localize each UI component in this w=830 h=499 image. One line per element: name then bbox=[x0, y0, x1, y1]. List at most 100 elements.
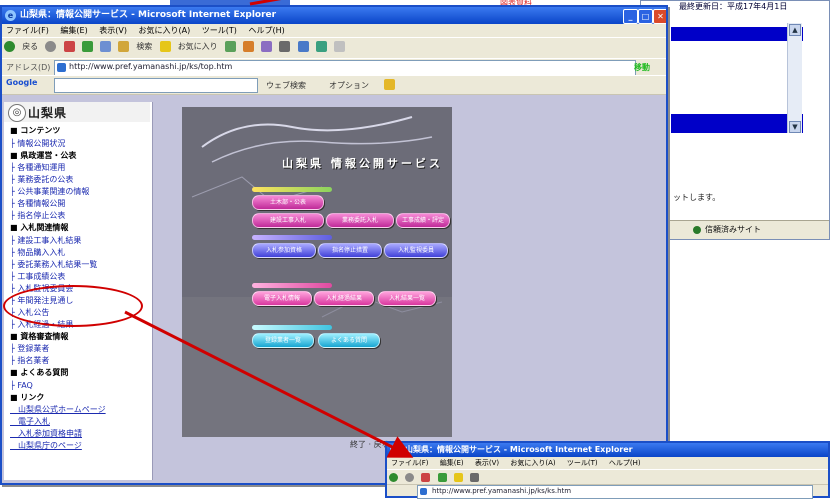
sidebar-item: ■ 県政運営・公表 bbox=[10, 151, 76, 161]
history-icon[interactable] bbox=[243, 41, 255, 52]
mail-icon[interactable] bbox=[261, 41, 273, 52]
menu-button[interactable]: 工事成績・評定 bbox=[396, 213, 450, 228]
favorites-star-icon[interactable] bbox=[159, 41, 171, 52]
sidebar-item[interactable]: ├ 登録業者 bbox=[10, 344, 49, 354]
sidebar-item[interactable]: ├ 物品購入入札 bbox=[10, 248, 65, 258]
menu-button[interactable]: 業務委託入札 bbox=[326, 213, 394, 228]
minimize-button[interactable]: _ bbox=[623, 9, 638, 24]
menu-file[interactable]: ファイル(F) bbox=[391, 459, 429, 467]
sidebar-item[interactable]: 山梨県公式ホームページ bbox=[10, 405, 106, 415]
sidebar-item[interactable]: ├ 各種情報公開 bbox=[10, 199, 65, 209]
menu-view[interactable]: 表示(V) bbox=[475, 459, 499, 467]
sidebar-item[interactable]: ├ 業務委託の公表 bbox=[10, 175, 73, 185]
google-search-input[interactable] bbox=[54, 78, 258, 93]
second-address-input[interactable]: http://www.pref.yamanashi.jp/ks/ks.htm bbox=[417, 485, 813, 499]
stop-icon[interactable] bbox=[421, 473, 431, 482]
close-button[interactable]: ✕ bbox=[653, 9, 666, 24]
menu-button[interactable]: 入札経過結果 bbox=[314, 291, 374, 306]
back-icon[interactable] bbox=[4, 41, 15, 52]
discuss-icon[interactable] bbox=[315, 41, 327, 52]
sidebar-item[interactable]: ├ 建設工事入札結果 bbox=[10, 236, 81, 246]
scroll-up-button[interactable]: ▲ bbox=[789, 24, 801, 36]
sidebar-item[interactable]: ├ 指名停止公表 bbox=[10, 211, 65, 221]
sidebar-item[interactable]: 電子入札 bbox=[10, 417, 50, 427]
sidebar-item[interactable]: 山梨県庁のページ bbox=[10, 441, 82, 451]
menu-button[interactable]: 入札監視委員 bbox=[384, 243, 448, 258]
section-bullet-icon: ■ bbox=[10, 331, 21, 341]
back-icon[interactable] bbox=[389, 473, 398, 482]
menu-edit[interactable]: 編集(E) bbox=[60, 26, 87, 35]
menu-view[interactable]: 表示(V) bbox=[99, 26, 127, 35]
menu-button[interactable]: 入札結果一覧 bbox=[378, 291, 436, 306]
google-logo[interactable]: Google bbox=[6, 78, 37, 87]
menu-help[interactable]: ヘルプ(H) bbox=[248, 26, 284, 35]
main-browser-window: e 山梨県：情報公開サービス - Microsoft Internet Expl… bbox=[0, 5, 668, 485]
ie-logo-icon: e bbox=[390, 444, 401, 455]
standard-toolbar: 戻る 検索 お気に入り bbox=[2, 37, 666, 59]
section-bullet-icon: ■ bbox=[10, 392, 21, 402]
menu-favorites[interactable]: お気に入り(A) bbox=[510, 459, 555, 467]
refresh-icon[interactable] bbox=[437, 473, 447, 482]
menu-favorites[interactable]: お気に入り(A) bbox=[139, 26, 191, 35]
go-button[interactable]: 移動 bbox=[634, 62, 650, 73]
menu-button[interactable]: 建設工事入札 bbox=[252, 213, 324, 228]
media-icon[interactable] bbox=[224, 41, 236, 52]
sidebar-item[interactable]: ├ 各種通知運用 bbox=[10, 163, 65, 173]
google-web-search-button[interactable]: ウェブ検索 bbox=[266, 80, 306, 91]
window-titlebar[interactable]: e 山梨県：情報公開サービス - Microsoft Internet Expl… bbox=[2, 7, 666, 24]
menu-button[interactable]: 登録業者一覧 bbox=[252, 333, 314, 348]
sidebar-item[interactable]: ├ 指名業者 bbox=[10, 356, 49, 366]
sidebar-item[interactable]: ├ 委託業務入札結果一覧 bbox=[10, 260, 97, 270]
print-icon[interactable] bbox=[279, 41, 291, 52]
home-icon[interactable] bbox=[99, 41, 111, 52]
menu-tools[interactable]: ツール(T) bbox=[567, 459, 598, 467]
menu-file[interactable]: ファイル(F) bbox=[6, 26, 49, 35]
google-highlight-icon[interactable] bbox=[384, 79, 395, 90]
sidebar-item-label: 各種通知運用 bbox=[17, 163, 66, 172]
edit-icon[interactable] bbox=[297, 41, 309, 52]
maximize-button[interactable]: □ bbox=[638, 9, 653, 24]
menu-button[interactable]: 入札参加資格 bbox=[252, 243, 316, 258]
menu-tools[interactable]: ツール(T) bbox=[202, 26, 237, 35]
second-window-titlebar[interactable]: e 山梨県：情報公開サービス - Microsoft Internet Expl… bbox=[387, 443, 828, 457]
vertical-scrollbar[interactable] bbox=[787, 23, 802, 133]
sidebar-item[interactable]: ├ 工事成績公表 bbox=[10, 272, 65, 282]
menu-button[interactable]: 指名停止措置 bbox=[318, 243, 382, 258]
trusted-site-icon bbox=[693, 226, 701, 234]
blue-band bbox=[671, 114, 803, 133]
forward-icon[interactable] bbox=[45, 41, 57, 52]
ie-logo-icon: e bbox=[5, 10, 16, 21]
group-label-bar bbox=[252, 187, 332, 192]
sidebar-item-label: 業務委託の公表 bbox=[17, 175, 74, 184]
section-bullet-icon: ■ bbox=[10, 126, 21, 135]
second-browser-window: e 山梨県：情報公開サービス - Microsoft Internet Expl… bbox=[385, 441, 830, 499]
sidebar-item-label: 建設工事入札結果 bbox=[17, 235, 82, 245]
favorites-star-icon[interactable] bbox=[453, 473, 463, 482]
messenger-icon[interactable] bbox=[334, 41, 345, 52]
menu-button[interactable]: 土木部・公表 bbox=[252, 195, 324, 210]
stop-icon[interactable] bbox=[63, 41, 75, 52]
sidebar-item[interactable]: ├ FAQ bbox=[10, 381, 33, 391]
favorites-button[interactable]: お気に入り bbox=[178, 41, 218, 52]
refresh-icon[interactable] bbox=[81, 41, 93, 52]
menu-button[interactable]: 電子入札情報 bbox=[252, 291, 312, 306]
prefecture-emblem-icon: ◎ bbox=[8, 104, 26, 122]
google-options-button[interactable]: オプション bbox=[329, 80, 369, 91]
scroll-down-button[interactable]: ▼ bbox=[789, 121, 801, 133]
menu-help[interactable]: ヘルプ(H) bbox=[609, 459, 641, 467]
print-icon[interactable] bbox=[469, 473, 479, 482]
search-icon[interactable] bbox=[118, 41, 130, 52]
address-input[interactable]: http://www.pref.yamanashi.jp/ks/top.htm bbox=[54, 60, 636, 75]
back-button[interactable]: 戻る bbox=[22, 41, 38, 52]
menu-edit[interactable]: 編集(E) bbox=[440, 459, 464, 467]
sidebar-item[interactable]: ├ 公共事業関連の情報 bbox=[10, 187, 89, 197]
sidebar-item[interactable]: ├ 情報公開状況 bbox=[10, 139, 65, 149]
sidebar-item[interactable]: 入札参加資格申請 bbox=[10, 429, 82, 439]
last-updated-text: 最終更新日：平成17年4月1日 bbox=[679, 2, 788, 11]
search-button[interactable]: 検索 bbox=[136, 41, 152, 52]
sidebar-item-label: 工事成績公表 bbox=[17, 271, 66, 281]
sidebar-item-label: 県政運営・公表 bbox=[20, 150, 77, 160]
group-label-bar bbox=[252, 283, 332, 288]
menu-button[interactable]: よくある質問 bbox=[318, 333, 380, 348]
forward-icon[interactable] bbox=[405, 473, 415, 482]
